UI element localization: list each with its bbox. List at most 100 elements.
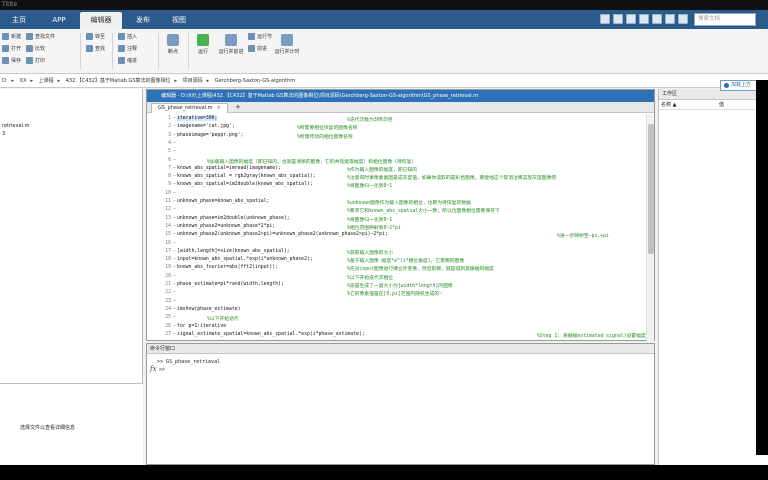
tab-publish[interactable]: 发布 [126,12,160,29]
code-line[interactable]: iterative=300; [177,116,218,121]
current-folder-breadcrumb[interactable]: D: ▸ XX ▸ 上课程 ▸ 432.【C432】基于Matlab GS算法的图像相… [0,74,768,88]
redo-icon[interactable] [665,14,675,24]
column-header-value[interactable]: 值 [719,101,724,110]
file-list-item[interactable]: retrieval.m [2,123,29,129]
save-icon[interactable] [600,14,610,24]
tab-home[interactable]: 主页 [4,12,34,29]
help-icon[interactable] [678,14,688,24]
breakpoint-gutter[interactable]: – [173,133,176,138]
print-button[interactable]: 打印 [26,57,45,64]
breakpoint-gutter[interactable]: – [173,174,176,179]
run-section-button[interactable]: 运行节 [248,33,272,40]
code-line[interactable]: known_abs_spatial=imread(imagename); [177,166,281,171]
line-number: 10 [165,190,171,196]
code-line[interactable]: [width,length]=size(known_abs_spatial); [177,249,290,254]
code-line[interactable]: unknown_phase=im2double(unknown_phase); [177,216,290,221]
breakpoint-gutter[interactable]: – [173,207,176,212]
breakpoint-gutter[interactable]: – [173,307,176,312]
close-icon[interactable]: × [217,105,221,111]
breakpoint-gutter[interactable]: – [173,149,176,154]
breakpoint-gutter[interactable]: – [173,249,176,254]
code-line[interactable]: unknown_phase2(unknown_phase2>pi)=unknow… [177,232,388,237]
undo-icon[interactable] [652,14,662,24]
breakpoint-gutter[interactable]: – [173,158,176,163]
code-line[interactable]: phase_estimate=pi*rand(width,length); [177,282,284,287]
code-comment: %将图像归一化到0~1 [347,217,393,223]
insert-button[interactable]: 插入 [118,33,137,40]
breakpoint-gutter[interactable]: – [173,241,176,246]
breakpoint-gutter[interactable]: – [173,282,176,287]
breakpoint-gutter[interactable]: – [173,290,176,295]
editor-scrollbar[interactable] [646,114,654,341]
breakpoint-gutter[interactable]: – [173,224,176,229]
breadcrumb-part[interactable]: XX [20,78,27,84]
breakpoint-gutter[interactable]: – [173,332,176,337]
add-tab-button[interactable]: + [235,102,241,113]
paste-icon[interactable] [639,14,649,24]
breakpoint-gutter[interactable]: – [173,116,176,121]
indent-button[interactable]: 缩进 [118,57,137,64]
breakpoint-gutter[interactable]: – [173,274,176,279]
editor-tab-gs-phase-retrieval[interactable]: GS_phase_retrieval.m × [151,103,228,113]
code-area[interactable]: 1– iterative=300; %迭代次数为300次吧 2– imagename='… [147,114,647,341]
open-button[interactable]: 打开 [2,45,21,52]
code-comment: %进一步映射至-pi,+pi [557,234,609,240]
command-prompt[interactable]: >> [159,367,165,373]
ribbon-separator [112,33,113,69]
breadcrumb-part[interactable]: 上课程 [39,78,54,84]
breakpoint-gutter[interactable]: – [173,141,176,146]
tab-app[interactable]: APP [44,12,74,29]
code-line[interactable]: input=known_abs_spatial.*exp(i*unknown_p… [177,257,313,262]
advance-button[interactable]: 前进 [248,45,267,52]
code-line[interactable]: unknown_phase=known_abs_spatial; [177,199,269,204]
line-number: 3 [168,132,171,138]
scrollbar-thumb[interactable] [648,124,654,254]
run-button[interactable]: 运行 [192,33,214,55]
find-files-button[interactable]: 查找文件 [26,33,55,40]
file-list-item[interactable]: 3 [2,131,5,137]
tab-editor[interactable]: 编辑器 [80,12,122,29]
breakpoint-gutter[interactable]: – [173,324,176,329]
search-documentation-input[interactable]: 搜索文档 [694,13,756,26]
breadcrumb-part[interactable]: 项目源码 [183,78,203,84]
breakpoint-button[interactable]: 断点 [162,33,184,55]
code-line[interactable]: imshow(phase_estimate) [177,307,241,312]
code-line[interactable]: known_abs_fourier=abs(fft2(input)); [177,265,278,270]
comment-button[interactable]: 注释 [118,45,137,52]
breadcrumb-part[interactable]: D: [2,78,8,84]
breadcrumb-part[interactable]: 432.【C432】基于Matlab GS算法的图像相位 [66,78,171,84]
breakpoint-gutter[interactable]: – [173,257,176,262]
function-browser-icon[interactable]: fx [150,365,157,373]
run-advance-button[interactable]: 运行并前进 [216,33,246,55]
breakpoint-gutter[interactable]: – [173,315,176,320]
cut-icon[interactable] [613,14,623,24]
code-comment: %以下开始迭代 [207,317,239,323]
tab-view[interactable]: 视图 [162,12,196,29]
column-header-name[interactable]: 名称 ▲ [661,101,676,110]
code-line[interactable]: unknown_phase2=unknown_phase*2*pi; [177,224,275,229]
line-number: 7 [168,165,171,171]
breadcrumb-part[interactable]: Gerchberg-Saxton-GS-algorithm [215,78,295,84]
breakpoint-gutter[interactable]: – [173,265,176,270]
run-and-time-button[interactable]: 运行并计时 [272,33,302,55]
goto-button[interactable]: 转至 [86,33,105,40]
save-button[interactable]: 保存 [2,57,21,64]
breakpoint-gutter[interactable]: – [173,182,176,187]
breakpoint-gutter[interactable]: – [173,124,176,129]
code-line[interactable]: for p=1:iterative [177,324,226,329]
code-line[interactable]: phaseimage='peppr.png'; [177,133,243,138]
breakpoint-gutter[interactable]: – [173,232,176,237]
breakpoint-gutter[interactable]: – [173,199,176,204]
code-line[interactable]: known_abs_spatial=im2double(known_abs_sp… [177,182,313,187]
code-line[interactable]: signal_estimate_spatial=known_abs_spatia… [177,332,365,337]
find-button[interactable]: 查找 [86,45,105,52]
breakpoint-gutter[interactable]: – [173,191,176,196]
compare-button[interactable]: 比较 [26,45,45,52]
code-line[interactable]: known_abs_spatial = rgb2gray(known_abs_s… [177,174,316,179]
breakpoint-gutter[interactable]: – [173,216,176,221]
new-button[interactable]: 新建 [2,33,21,40]
copy-icon[interactable] [626,14,636,24]
code-line[interactable]: imagename='cat.jpg'; [177,124,235,129]
breakpoint-gutter[interactable]: – [173,166,176,171]
breakpoint-gutter[interactable]: – [173,299,176,304]
